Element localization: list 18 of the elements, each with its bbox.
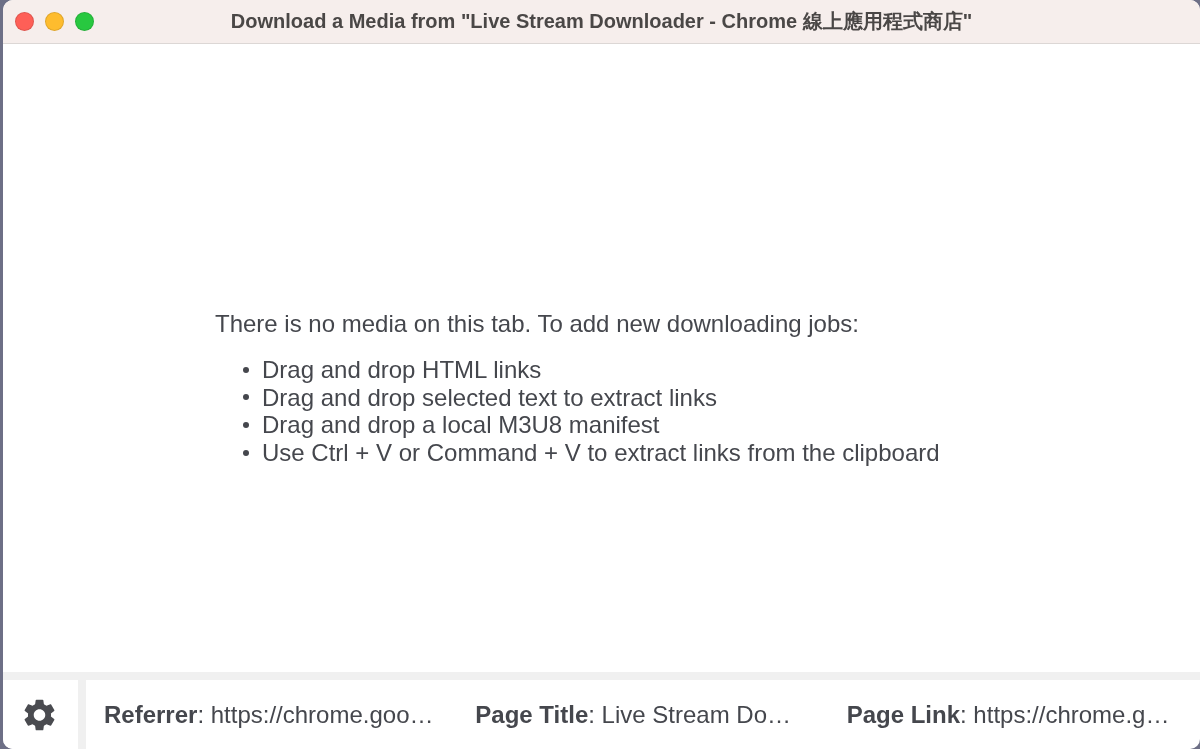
info-field: Page Link: https://chrome.g… bbox=[846, 700, 1170, 729]
info-field: Page Title: Live Stream Do… bbox=[475, 700, 791, 729]
window-title: Download a Media from "Live Stream Downloader - Chrome 線上應用程式商店" bbox=[230, 9, 973, 34]
bullet-icon bbox=[243, 394, 249, 401]
instruction-text: Use Ctrl + V or Command + V to extract links from the clipboard bbox=[262, 439, 940, 467]
zoom-button[interactable] bbox=[75, 12, 94, 31]
close-button[interactable] bbox=[15, 12, 34, 31]
bullet-icon bbox=[243, 449, 249, 456]
instruction-text: Drag and drop selected text to extract links bbox=[262, 383, 717, 411]
settings-button[interactable] bbox=[3, 680, 86, 749]
minimize-button[interactable] bbox=[45, 12, 64, 31]
info-field: Referrer: https://chrome.goo… bbox=[104, 700, 434, 729]
instruction-text: Drag and drop a local M3U8 manifest bbox=[262, 411, 660, 439]
empty-state-message: There is no media on this tab. To add new downloading jobs: bbox=[215, 310, 860, 338]
bullet-icon bbox=[243, 366, 249, 373]
settings-icon bbox=[24, 698, 55, 731]
bullet-icon bbox=[243, 422, 249, 428]
instruction-text: Drag and drop HTML links bbox=[262, 356, 542, 384]
